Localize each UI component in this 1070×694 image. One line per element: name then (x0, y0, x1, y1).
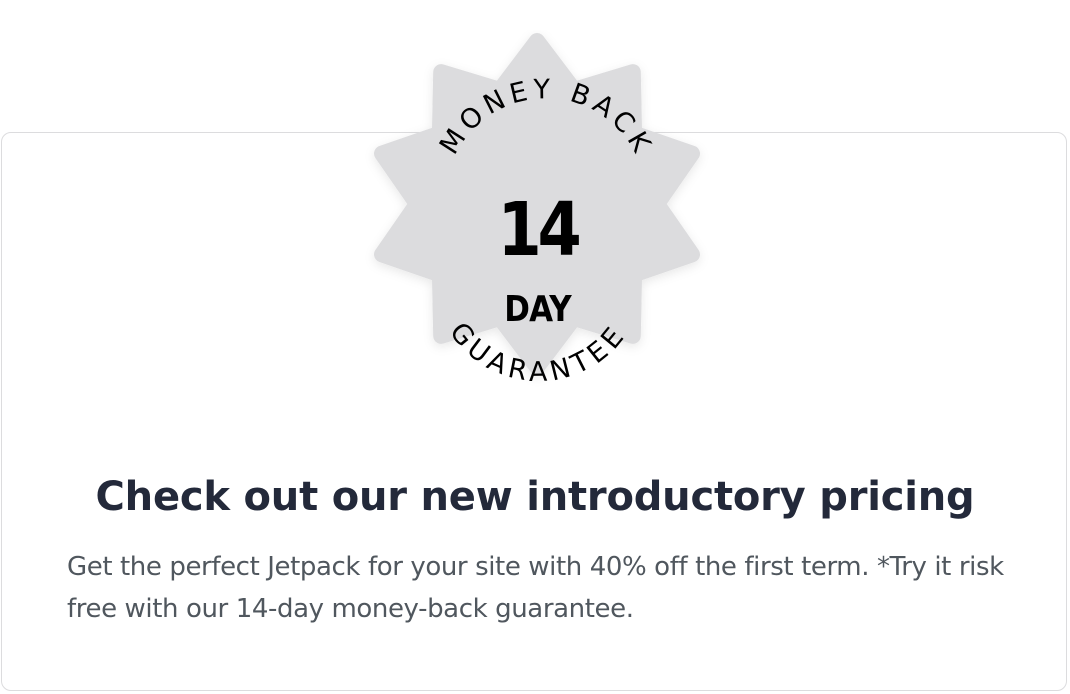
money-back-guarantee-badge: MONEY BACK GUARANTEE 14 DAY (335, 30, 740, 435)
pricing-description: Get the perfect Jetpack for your site wi… (67, 552, 1004, 624)
badge-number: 14 (497, 187, 582, 273)
page-title: Check out our new introductory pricing (95, 474, 975, 520)
badge-day-label: DAY (504, 289, 571, 330)
